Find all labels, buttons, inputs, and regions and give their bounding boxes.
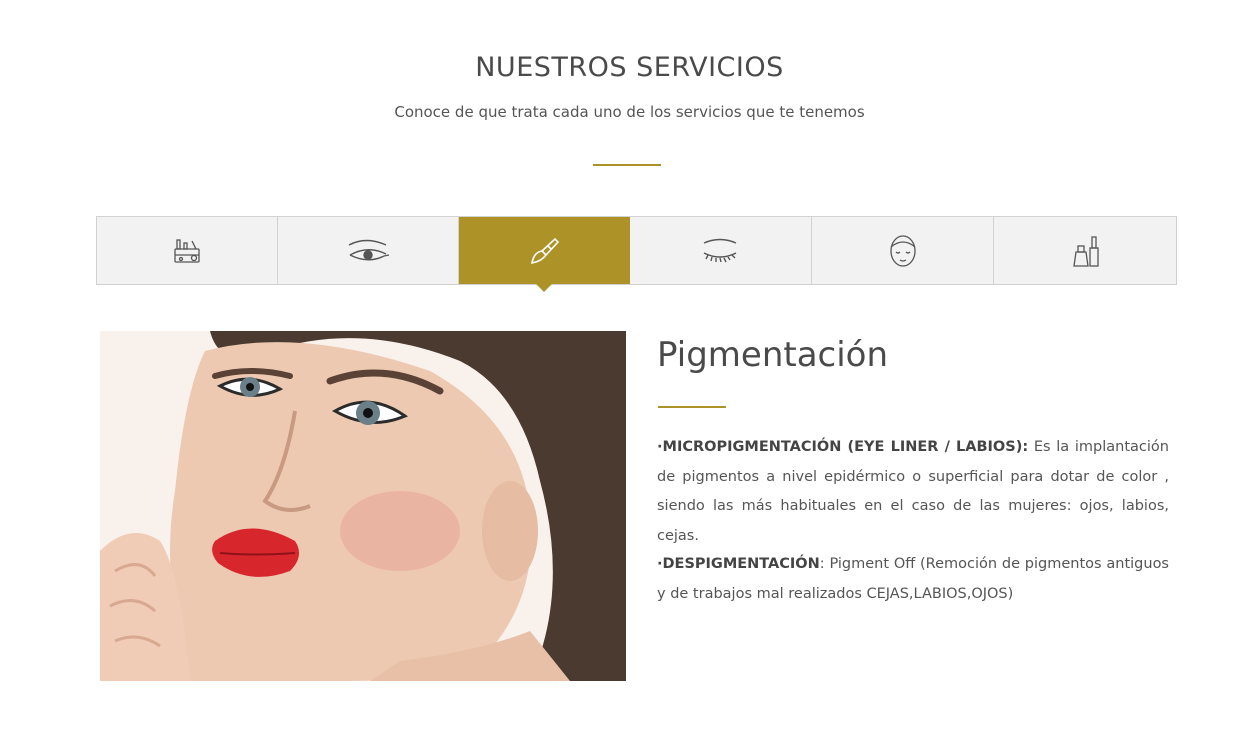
panel-title: Pigmentación — [657, 335, 889, 375]
service-photo — [100, 331, 626, 681]
service-description-micropigmentacion: ·MICROPIGMENTACIÓN (EYE LINER / LABIOS):… — [657, 433, 1169, 551]
woman-face-image — [100, 331, 626, 681]
service-description-despigmentacion: ·DESPIGMENTACIÓN: Pigment Off (Remoción … — [657, 550, 1169, 609]
makeup-kit-icon — [174, 238, 200, 263]
tab-eye-makeup[interactable] — [277, 217, 460, 284]
section-title: NUESTROS SERVICIOS — [475, 52, 784, 83]
service-label: ·DESPIGMENTACIÓN — [657, 556, 820, 572]
services-tabs — [96, 216, 1177, 292]
service-label: ·MICROPIGMENTACIÓN (EYE LINER / LABIOS): — [657, 439, 1029, 455]
face-care-icon — [889, 234, 916, 267]
title-divider — [593, 164, 661, 166]
closed-eye-lashes-icon — [704, 238, 737, 262]
panel-divider — [658, 406, 726, 408]
section-subtitle: Conoce de que trata cada uno de los serv… — [394, 103, 865, 121]
nail-polish-icon — [1073, 235, 1099, 267]
tab-nails[interactable] — [994, 217, 1176, 284]
tab-makeup[interactable] — [97, 217, 278, 284]
tab-facial[interactable] — [811, 217, 995, 284]
tab-lashes[interactable] — [630, 217, 812, 284]
eye-makeup-icon — [348, 239, 390, 260]
tab-pigmentacion[interactable] — [459, 217, 631, 292]
brush-icon — [531, 237, 560, 264]
